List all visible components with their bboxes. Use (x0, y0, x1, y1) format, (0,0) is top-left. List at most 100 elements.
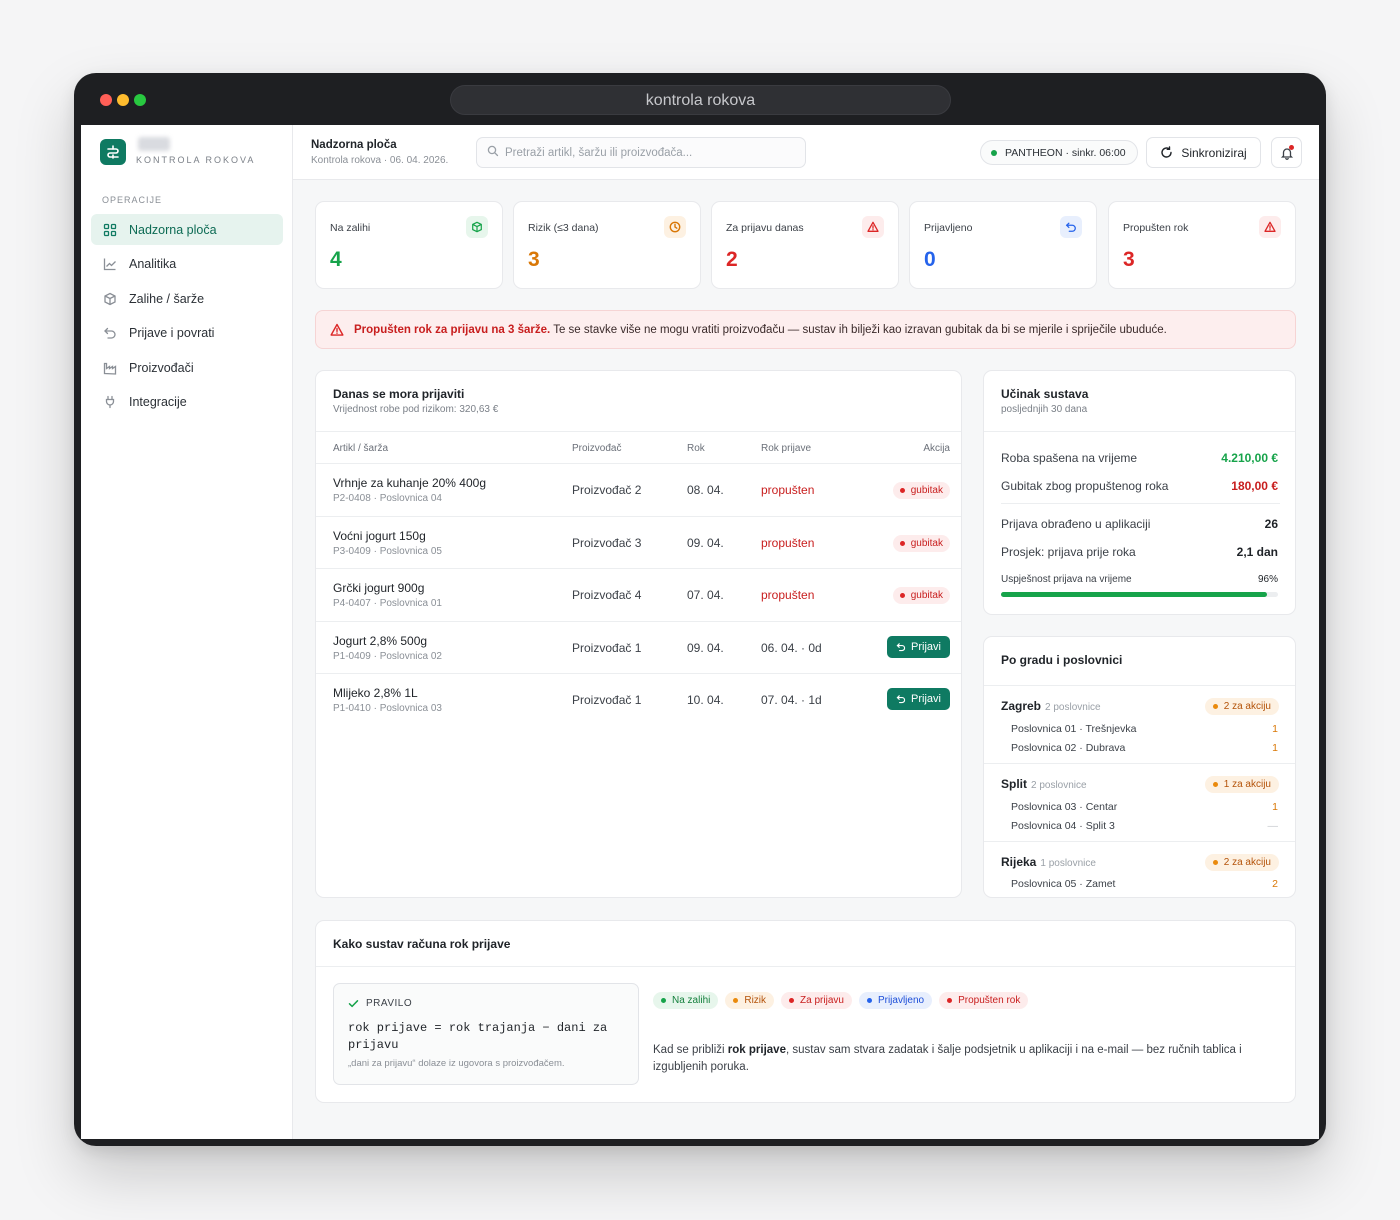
handled-row: Prijava obrađeno u aplikaciji 26 (1001, 517, 1278, 531)
branch-name: Poslovnica 04 · Split 3 (1011, 820, 1115, 832)
kpi-card-reported[interactable]: Prijavljeno 0 (909, 201, 1097, 289)
metric-label: Gubitak zbog propuštenog roka (1001, 479, 1169, 493)
device-frame: kontrola rokova KONTROLA ROKOVA OPERACIJ… (74, 73, 1326, 1146)
article-name: Mlijeko 2,8% 1L (333, 686, 418, 700)
loss-badge: gubitak (892, 534, 950, 552)
report-button-label: Prijavi (911, 693, 941, 705)
column-header-report-due[interactable]: Rok prijave (761, 443, 811, 454)
metric-value: 2,1 dan (1236, 545, 1278, 559)
producer-cell: Proizvođač 1 (572, 693, 642, 707)
missed-deadline-alert: Propušten rok za prijavu na 3 šarže. Te … (315, 310, 1296, 349)
kpi-card-report-today[interactable]: Za prijavu danas 2 (711, 201, 899, 289)
status-dot-icon (1212, 860, 1218, 865)
legend-chip-reported: Prijavljeno (858, 992, 933, 1009)
sidebar-item-label: Integracije (129, 395, 187, 409)
report-button[interactable]: Prijavi (887, 635, 950, 658)
producer-cell: Proizvođač 1 (572, 640, 642, 655)
sidebar-item-analytics[interactable]: Analitika (91, 249, 283, 280)
article-name: Jogurt 2,8% 500g (333, 633, 428, 648)
card-title: Učinak sustava (1001, 387, 1089, 401)
article-name: Voćni jogurt 150g (333, 528, 426, 543)
city-group-rijeka[interactable]: Rijeka 1 poslovnice 2 za akciju Poslovnic… (984, 841, 1295, 898)
table-row[interactable]: Vrhnje za kuhanje 20% 400g P2-0408 · Posl… (316, 464, 961, 517)
producer-cell: Proizvođač 3 (572, 535, 642, 550)
kpi-value: 0 (924, 248, 936, 271)
plug-icon (103, 395, 117, 409)
rule-note: „dani za prijavu“ dolaze iz ugovora s pr… (348, 1058, 565, 1069)
table-row[interactable]: Mlijeko 2,8% 1L P1-0410 · Poslovnica 03 P… (316, 674, 961, 727)
nav-section-label: OPERACIJE (102, 195, 163, 205)
sidebar-item-label: Zalihe / šarže (129, 291, 205, 306)
legend-chip-risk: Rizik (725, 992, 775, 1009)
due-cell: 10. 04. (687, 693, 724, 707)
success-progress-fill (1001, 592, 1267, 597)
kpi-value: 4 (330, 248, 342, 271)
metric-label: Prosjek: prijava prije roka (1001, 545, 1136, 559)
table-header: Artikl / šarža Proizvođač Rok Rok prijav… (316, 431, 961, 464)
kpi-card-in-stock[interactable]: Na zalihi 4 (315, 201, 503, 289)
notifications-button[interactable] (1271, 137, 1302, 168)
column-header-article[interactable]: Artikl / šarža (333, 443, 388, 454)
city-group-split[interactable]: Split 2 poslovnice 1 za akciju Poslovnica… (984, 763, 1295, 841)
branch-row[interactable]: Poslovnica 02 · Dubrava 1 (1011, 742, 1278, 754)
table-row[interactable]: Jogurt 2,8% 500g P1-0409 · Poslovnica 02 … (316, 622, 961, 674)
sidebar-item-dashboard[interactable]: Nadzorna ploča (91, 214, 283, 245)
metric-value: 26 (1264, 517, 1278, 531)
column-header-due[interactable]: Rok (687, 443, 705, 454)
search-input[interactable] (505, 146, 795, 159)
sidebar-item-returns[interactable]: Prijave i povrati (91, 318, 283, 349)
branch-row[interactable]: Poslovnica 04 · Split 3 — (1011, 820, 1278, 832)
notification-dot-icon (1289, 145, 1294, 150)
kpi-value: 3 (1123, 248, 1135, 271)
legend-chip-to-report: Za prijavu (781, 992, 852, 1009)
city-group-zagreb[interactable]: Zagreb 2 poslovnice 2 za akciju Poslovnic… (984, 685, 1295, 763)
divider (984, 431, 1295, 432)
status-dot-icon (866, 998, 872, 1003)
brand-logo-icon[interactable] (100, 139, 126, 165)
minimize-window-button[interactable] (117, 94, 129, 106)
status-dot-icon (947, 998, 953, 1003)
branch-row[interactable]: Poslovnica 05 · Zamet 2 (1011, 878, 1278, 890)
branch-count: 1 poslovnice (1040, 858, 1096, 869)
box-icon (466, 216, 488, 238)
sync-button-label: Sinkroniziraj (1181, 145, 1247, 160)
sidebar-item-stock[interactable]: Zalihe / šarže (91, 283, 283, 314)
kpi-value: 2 (726, 248, 738, 271)
address-bar[interactable]: kontrola rokova (450, 85, 951, 115)
branch-name: Poslovnica 01 · Trešnjevka (1011, 723, 1137, 735)
close-window-button[interactable] (100, 94, 112, 106)
branch-row[interactable]: Poslovnica 01 · Trešnjevka 1 (1011, 723, 1278, 735)
search-box[interactable] (476, 137, 806, 168)
kpi-value: 3 (528, 248, 540, 271)
warning-icon (1259, 216, 1281, 238)
legend-label: Prijavljeno (877, 995, 925, 1006)
table-row[interactable]: Grčki jogurt 900g P4-0407 · Poslovnica 01… (316, 569, 961, 622)
return-icon (1060, 216, 1082, 238)
column-header-producer[interactable]: Proizvođač (572, 443, 621, 454)
sidebar-item-integrations[interactable]: Integracije (91, 387, 283, 418)
report-due-cell: 07. 04. · 1d (761, 693, 822, 707)
kpi-card-risk[interactable]: Rizik (≤3 dana) 3 (513, 201, 701, 289)
alert-text: Te se stavke više ne mogu vratiti proizv… (550, 323, 1167, 336)
clock-icon (664, 216, 686, 238)
metric-label: Uspješnost prijava na vrijeme (1001, 574, 1132, 585)
branch-count-value: — (1267, 820, 1279, 832)
card-subtitle: posljednjih 30 dana (1001, 404, 1088, 415)
sidebar-item-producers[interactable]: Proizvođači (91, 352, 283, 383)
sync-button[interactable]: Sinkroniziraj (1146, 137, 1261, 168)
report-button[interactable]: Prijavi (887, 688, 950, 710)
legend-label: Za prijavu (800, 995, 844, 1006)
branch-row[interactable]: Poslovnica 03 · Centar 1 (1011, 801, 1278, 813)
card-subtitle: Vrijednost robe pod rizikom: 320,63 € (333, 404, 499, 415)
maximize-window-button[interactable] (134, 94, 146, 106)
branch-count-value: 1 (1272, 801, 1278, 813)
report-due-cell: 06. 04. · 0d (761, 640, 822, 655)
batch-info: P1-0410 · Poslovnica 03 (333, 703, 442, 714)
search-icon (487, 145, 499, 160)
kpi-card-missed[interactable]: Propušten rok 3 (1108, 201, 1296, 289)
status-dot-icon (661, 998, 666, 1003)
sidebar: KONTROLA ROKOVA OPERACIJE Nadzorna ploča… (81, 125, 293, 1139)
table-row[interactable]: Voćni jogurt 150g P3-0409 · Poslovnica 05… (316, 517, 961, 569)
due-today-card: Danas se mora prijaviti Vrijednost robe … (315, 370, 962, 898)
card-title: Po gradu i poslovnici (1001, 653, 1123, 667)
